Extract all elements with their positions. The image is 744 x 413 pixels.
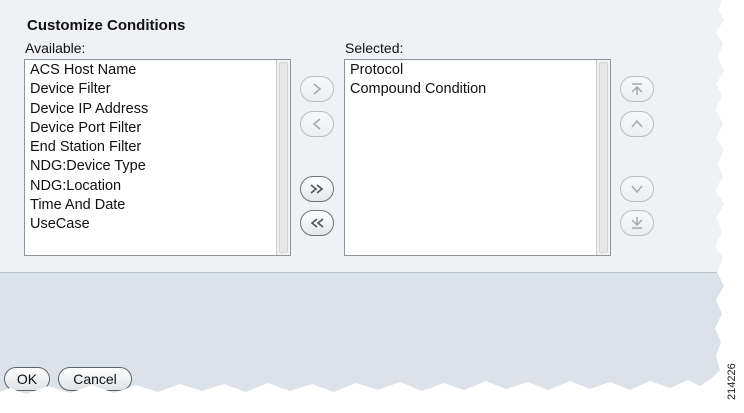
- available-item[interactable]: Device IP Address: [25, 100, 274, 119]
- move-top-button[interactable]: [620, 76, 654, 102]
- figure-number: 214226: [726, 363, 738, 400]
- available-item[interactable]: UseCase: [25, 215, 274, 234]
- move-down-icon: [631, 185, 643, 194]
- selected-item[interactable]: Protocol: [345, 61, 594, 80]
- cancel-button[interactable]: Cancel: [58, 367, 132, 391]
- move-up-icon: [631, 119, 643, 128]
- add-button[interactable]: [300, 76, 334, 102]
- double-arrow-left-icon: [310, 218, 324, 228]
- available-item[interactable]: NDG:Location: [25, 177, 274, 196]
- remove-button[interactable]: [300, 111, 334, 137]
- move-top-icon: [631, 83, 643, 95]
- selected-scrollbar[interactable]: [596, 60, 610, 255]
- ok-button[interactable]: OK: [4, 367, 50, 391]
- selected-item[interactable]: Compound Condition: [345, 80, 594, 99]
- double-arrow-right-icon: [310, 184, 324, 194]
- available-item[interactable]: Device Port Filter: [25, 119, 274, 138]
- available-item[interactable]: Device Filter: [25, 80, 274, 99]
- move-up-button[interactable]: [620, 111, 654, 137]
- move-bottom-button[interactable]: [620, 210, 654, 236]
- available-label: Available:: [25, 40, 86, 56]
- arrow-right-icon: [313, 83, 322, 95]
- customize-conditions-dialog: Customize Conditions Available: Selected…: [0, 0, 724, 394]
- move-down-button[interactable]: [620, 176, 654, 202]
- move-bottom-icon: [631, 217, 643, 229]
- remove-all-button[interactable]: [300, 210, 334, 236]
- available-listbox[interactable]: ACS Host Name Device Filter Device IP Ad…: [24, 59, 291, 256]
- available-item[interactable]: End Station Filter: [25, 138, 274, 157]
- available-item[interactable]: NDG:Device Type: [25, 157, 274, 176]
- selected-label: Selected:: [345, 40, 404, 56]
- arrow-left-icon: [312, 118, 321, 130]
- available-scrollbar[interactable]: [276, 60, 290, 255]
- selected-listbox[interactable]: Protocol Compound Condition: [344, 59, 611, 256]
- dialog-title: Customize Conditions: [27, 17, 186, 34]
- available-item[interactable]: Time And Date: [25, 196, 274, 215]
- available-item[interactable]: ACS Host Name: [25, 61, 274, 80]
- add-all-button[interactable]: [300, 176, 334, 202]
- conditions-panel: Customize Conditions Available: Selected…: [0, 0, 724, 273]
